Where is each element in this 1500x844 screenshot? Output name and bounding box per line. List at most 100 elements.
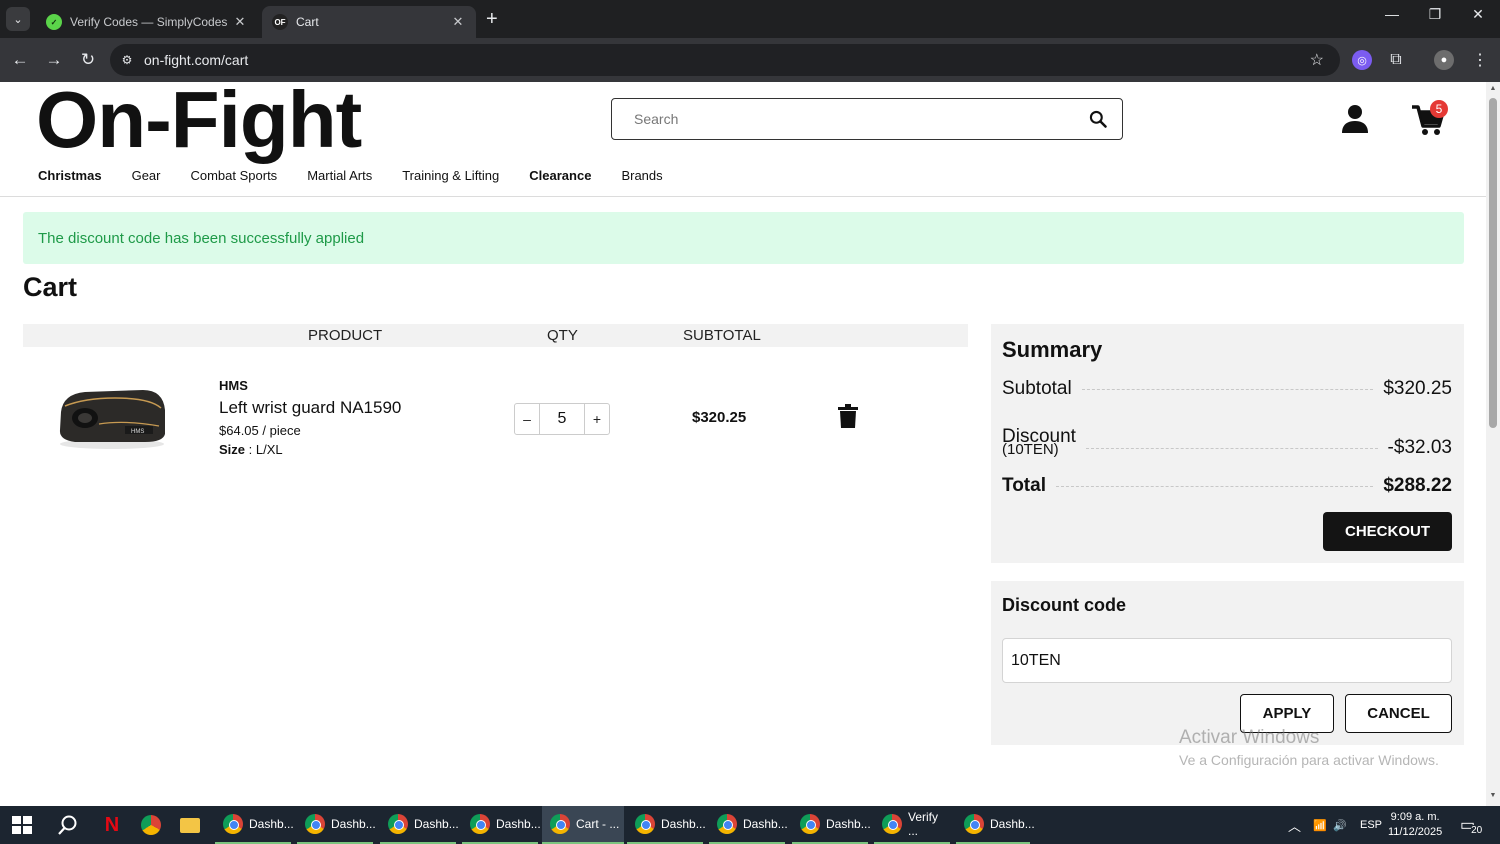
chrome-icon — [800, 814, 820, 834]
search-box[interactable] — [611, 98, 1123, 140]
nav-combat-sports[interactable]: Combat Sports — [190, 168, 277, 183]
nav-divider — [0, 196, 1486, 197]
scroll-up-arrow[interactable]: ▲ — [1489, 85, 1497, 92]
discount-code-panel: Discount code 10TEN APPLY CANCEL — [991, 581, 1464, 745]
language-indicator[interactable]: ESP — [1360, 806, 1382, 844]
page-viewport: On-Fight 5 Christmas Gear Combat Sports … — [0, 82, 1486, 806]
header-product: PRODUCT — [308, 327, 383, 344]
nav-brands[interactable]: Brands — [621, 168, 662, 183]
page-scrollbar[interactable]: ▲ ▼ — [1486, 82, 1500, 806]
reload-button[interactable]: ↻ — [76, 48, 100, 72]
profile-avatar-icon[interactable]: ● — [1434, 50, 1454, 70]
decrease-qty-button[interactable]: – — [515, 404, 539, 434]
taskbar-app-label: Dashb... — [249, 817, 294, 831]
new-tab-button[interactable]: + — [486, 8, 498, 30]
tab-simplycodes[interactable]: ✓ Verify Codes — SimplyCodes ✕ — [36, 6, 258, 38]
tab-title: Cart — [296, 15, 319, 29]
subtotal-label: Subtotal — [1002, 378, 1072, 399]
tray-chevron-icon[interactable]: ︿ — [1288, 806, 1301, 844]
bookmark-star-icon[interactable]: ☆ — [1310, 50, 1324, 70]
nav-training-lifting[interactable]: Training & Lifting — [402, 168, 499, 183]
windows-activation-watermark: Activar Windows — [1179, 727, 1320, 748]
network-icon[interactable]: 📶 — [1313, 806, 1327, 844]
dotted-leader — [1081, 388, 1374, 390]
site-logo[interactable]: On-Fight — [36, 82, 362, 166]
taskbar-app-2[interactable]: Dashb... — [297, 806, 376, 844]
nav-martial-arts[interactable]: Martial Arts — [307, 168, 372, 183]
nav-clearance[interactable]: Clearance — [529, 168, 591, 183]
account-icon[interactable] — [1340, 104, 1370, 134]
browser-menu-icon[interactable]: ⋮ — [1470, 50, 1490, 70]
taskbar-app-cart[interactable]: Cart - ... — [542, 806, 624, 844]
windows-activation-hint: Ve a Configuración para activar Windows. — [1179, 752, 1439, 768]
product-name[interactable]: Left wrist guard NA1590 — [219, 398, 401, 418]
taskbar-app-label: Dashb... — [743, 817, 788, 831]
discount-code-input[interactable]: 10TEN — [1002, 638, 1452, 683]
taskbar-app-label: Dashb... — [826, 817, 871, 831]
taskbar-app-10[interactable]: Dashb... — [956, 806, 1035, 844]
taskbar-app-8[interactable]: Dashb... — [792, 806, 871, 844]
close-icon[interactable]: ✕ — [232, 14, 248, 30]
chrome-icon — [550, 814, 570, 834]
total-label: Total — [1002, 475, 1046, 496]
scroll-thumb[interactable] — [1489, 98, 1497, 428]
browser-toolbar: ← → ↻ ⚙ on-fight.com/cart ☆ ◎ ⧉ ● ⋮ — [0, 38, 1500, 82]
close-icon[interactable]: ✕ — [450, 14, 466, 30]
quantity-input[interactable]: 5 — [539, 404, 585, 434]
taskbar-app-label: Dashb... — [414, 817, 459, 831]
taskbar-app-6[interactable]: Dashb... — [627, 806, 706, 844]
taskbar-app-3[interactable]: Dashb... — [380, 806, 459, 844]
nav-gear[interactable]: Gear — [132, 168, 161, 183]
size-value: : L/XL — [245, 442, 283, 457]
minimize-button[interactable]: — — [1372, 6, 1412, 22]
chrome-icon — [964, 814, 984, 834]
summary-title: Summary — [1002, 337, 1103, 362]
search-input[interactable] — [634, 111, 1064, 127]
trash-icon[interactable] — [838, 404, 858, 428]
windows-start-icon[interactable] — [10, 813, 34, 837]
close-window-button[interactable]: ✕ — [1458, 6, 1498, 23]
netflix-icon[interactable]: N — [100, 813, 124, 837]
tab-title: Verify Codes — SimplyCodes — [70, 15, 228, 29]
chrome-icon[interactable] — [139, 813, 163, 837]
chrome-icon — [635, 814, 655, 834]
file-explorer-icon[interactable] — [178, 813, 202, 837]
taskbar-clock[interactable]: 9:09 a. m. 11/12/2025 — [1388, 810, 1442, 840]
browser-tab-strip: ⌄ ✓ Verify Codes — SimplyCodes ✕ OF Cart… — [0, 0, 1500, 38]
dotted-leader — [1055, 485, 1374, 487]
search-icon[interactable] — [1088, 109, 1108, 129]
search-icon[interactable] — [56, 813, 80, 837]
notifications-icon[interactable]: ▭ 20 — [1460, 806, 1483, 844]
taskbar-app-9[interactable]: Verify ... — [874, 806, 950, 844]
increase-qty-button[interactable]: + — [585, 404, 609, 434]
extension-simplycodes-icon[interactable]: ◎ — [1352, 50, 1372, 70]
page-title: Cart — [23, 272, 78, 302]
scroll-down-arrow[interactable]: ▼ — [1489, 792, 1497, 799]
cancel-button[interactable]: CANCEL — [1345, 694, 1452, 733]
svg-text:HMS: HMS — [131, 429, 144, 435]
product-image[interactable]: HMS — [55, 382, 170, 452]
taskbar-app-1[interactable]: Dashb... — [215, 806, 294, 844]
size-label: Size — [219, 442, 246, 457]
back-button[interactable]: ← — [8, 48, 32, 72]
header-qty: QTY — [547, 327, 578, 344]
notification-count: 20 — [1471, 824, 1483, 836]
product-brand: HMS — [219, 378, 248, 393]
nav-christmas[interactable]: Christmas — [38, 168, 102, 183]
tab-cart[interactable]: OF Cart ✕ — [262, 6, 476, 38]
restore-button[interactable]: ❐ — [1415, 6, 1455, 23]
checkout-button[interactable]: CHECKOUT — [1323, 512, 1452, 551]
address-bar[interactable]: ⚙ on-fight.com/cart ☆ — [110, 44, 1340, 76]
taskbar-app-4[interactable]: Dashb... — [462, 806, 541, 844]
forward-button[interactable]: → — [42, 48, 66, 72]
windows-taskbar: N Dashb... Dashb... Dashb... Dashb... Ca… — [0, 806, 1500, 844]
volume-icon[interactable]: 🔊 — [1333, 806, 1347, 844]
taskbar-app-7[interactable]: Dashb... — [709, 806, 788, 844]
product-unit-price: $64.05 / piece — [219, 423, 301, 438]
extensions-puzzle-icon[interactable]: ⧉ — [1386, 50, 1406, 70]
line-subtotal: $320.25 — [692, 409, 747, 426]
clock-time: 9:09 a. m. — [1390, 811, 1440, 823]
site-info-icon[interactable]: ⚙ — [110, 53, 144, 67]
url-text[interactable]: on-fight.com/cart — [144, 52, 248, 68]
tab-search-button[interactable]: ⌄ — [6, 7, 30, 31]
